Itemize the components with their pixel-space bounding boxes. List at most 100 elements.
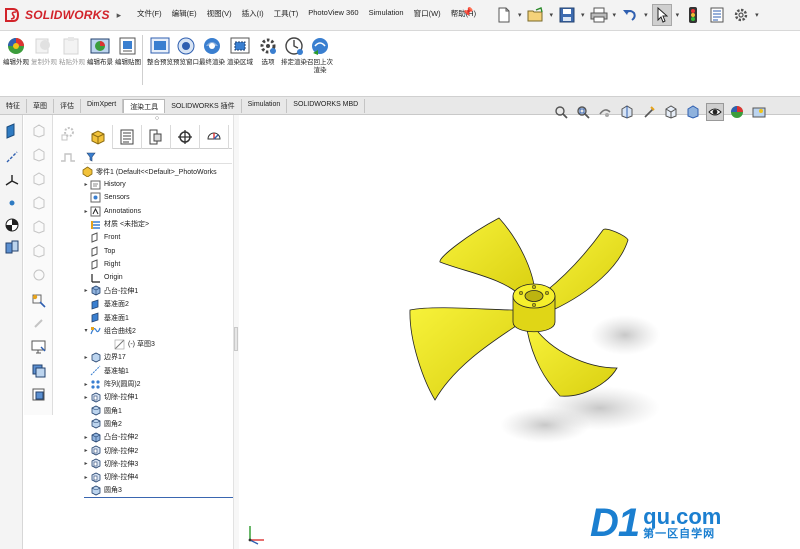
- select-button[interactable]: [651, 4, 672, 26]
- chevron-right-icon[interactable]: ▸: [82, 208, 90, 215]
- tree-item[interactable]: ▸ 切除-拉伸1: [82, 391, 138, 404]
- tree-item[interactable]: Top: [82, 245, 115, 258]
- splitter-handle[interactable]: [234, 327, 238, 351]
- tab-7[interactable]: SOLIDWORKS MBD: [287, 99, 366, 113]
- menu-item[interactable]: 编辑(E): [167, 6, 202, 20]
- tree-item[interactable]: 基准面1: [82, 311, 129, 324]
- tree-item[interactable]: ▸ 边界17: [82, 351, 126, 364]
- previous-view-button[interactable]: [596, 103, 614, 121]
- hide-show-items-button[interactable]: [706, 103, 724, 121]
- tree-item[interactable]: ▾ 组合曲线2: [82, 324, 136, 337]
- copy-appearance-button[interactable]: 复制外观: [30, 35, 58, 67]
- undo-button[interactable]: [620, 4, 640, 26]
- ghost-tool-1[interactable]: [29, 121, 48, 140]
- edit-scene-button[interactable]: 编辑布景: [86, 35, 114, 67]
- plane-tool-button[interactable]: [2, 121, 21, 140]
- tree-item[interactable]: 基准轴1: [82, 364, 129, 377]
- tab-3[interactable]: DimXpert: [81, 99, 124, 113]
- point-tool-button[interactable]: [2, 193, 21, 212]
- tab-0[interactable]: 特征: [0, 99, 27, 113]
- tree-item[interactable]: 圆角3: [82, 484, 122, 497]
- chevron-right-icon[interactable]: ▸: [82, 434, 90, 441]
- tree-item[interactable]: 圆角2: [82, 417, 122, 430]
- ghost-tool-7[interactable]: [29, 265, 48, 284]
- tab-dimxpert-manager[interactable]: [171, 125, 200, 149]
- chevron-down-icon[interactable]: ▾: [518, 11, 522, 19]
- tab-1[interactable]: 草图: [27, 99, 54, 113]
- chevron-down-icon[interactable]: ▾: [82, 327, 90, 334]
- render-region-button[interactable]: 渲染区域: [226, 35, 254, 67]
- view-orientation-button[interactable]: [662, 103, 680, 121]
- chevron-down-icon[interactable]: ▾: [644, 11, 648, 19]
- tree-item[interactable]: Sensors: [82, 191, 130, 204]
- pin-icon[interactable]: 📌: [462, 7, 473, 18]
- ghost-tool-6[interactable]: [29, 241, 48, 260]
- tree-filter[interactable]: [84, 150, 232, 164]
- tree-item[interactable]: 圆角1: [82, 404, 122, 417]
- tree-item[interactable]: ▸ Annotations: [82, 205, 141, 218]
- tree-item[interactable]: 材质 <未指定>: [82, 218, 149, 231]
- options-button[interactable]: [731, 4, 751, 26]
- save-button[interactable]: [557, 4, 577, 26]
- apply-scene-button[interactable]: [750, 103, 768, 121]
- chevron-right-icon[interactable]: ▸: [82, 447, 90, 454]
- ghost-tool-9[interactable]: [58, 123, 77, 142]
- menu-item[interactable]: 插入(I): [237, 6, 269, 20]
- new-document-button[interactable]: [494, 4, 514, 26]
- section-view-button[interactable]: [618, 103, 636, 121]
- rollback-bar[interactable]: [84, 497, 234, 498]
- menu-item[interactable]: PhotoView 360: [303, 6, 363, 20]
- chevron-right-icon[interactable]: ▸: [82, 287, 90, 294]
- menu-item[interactable]: 文件(F): [132, 6, 167, 20]
- tree-item[interactable]: 基准面2: [82, 298, 129, 311]
- ghost-tool-10[interactable]: [58, 147, 77, 166]
- recall-last-render-button[interactable]: 召回上次渲染: [306, 35, 334, 75]
- zoom-to-fit-button[interactable]: [552, 103, 570, 121]
- ghost-tool-3[interactable]: [29, 169, 48, 188]
- schedule-render-button[interactable]: 排定渲染: [280, 35, 308, 67]
- tree-item[interactable]: ▸ 切除-拉伸3: [82, 457, 138, 470]
- tab-5[interactable]: SOLIDWORKS 插件: [165, 99, 242, 113]
- tab-property-manager[interactable]: [113, 125, 142, 149]
- solidworks-logo[interactable]: SOLIDWORKS ▸: [4, 6, 121, 24]
- chevron-down-icon[interactable]: ▾: [613, 11, 617, 19]
- tab-6[interactable]: Simulation: [242, 99, 288, 113]
- chevron-right-icon[interactable]: ▸: [82, 394, 90, 401]
- tree-item[interactable]: (-) 草图3: [106, 338, 155, 351]
- tree-item[interactable]: ▸ 切除-拉伸2: [82, 444, 138, 457]
- file-properties-button[interactable]: [707, 4, 727, 26]
- sketch-tool-button[interactable]: [29, 291, 48, 310]
- menu-item[interactable]: 视图(V): [202, 6, 237, 20]
- chevron-right-icon[interactable]: ▸: [82, 381, 90, 388]
- menu-item[interactable]: 窗口(W): [409, 6, 446, 20]
- edit-appearance-button[interactable]: [728, 103, 746, 121]
- tree-item[interactable]: ▸ 阵列(圆周)2: [82, 378, 141, 391]
- ghost-tool-8[interactable]: [29, 313, 48, 332]
- tab-4[interactable]: 渲染工具: [123, 99, 166, 113]
- paste-view-button[interactable]: [29, 385, 48, 404]
- tree-item[interactable]: Right: [82, 258, 120, 271]
- tree-item[interactable]: ▸ 凸台-拉伸1: [82, 284, 138, 297]
- final-render-button[interactable]: 最终渲染: [198, 35, 226, 67]
- chevron-down-icon[interactable]: ▾: [755, 11, 759, 19]
- ghost-tool-5[interactable]: [29, 217, 48, 236]
- open-button[interactable]: [526, 4, 546, 26]
- menu-item[interactable]: 工具(T): [269, 6, 304, 20]
- tab-display-manager[interactable]: [200, 125, 229, 149]
- integrated-preview-button[interactable]: 整合预览: [146, 35, 174, 67]
- propeller-model[interactable]: [395, 200, 665, 450]
- rebuild-button[interactable]: [683, 4, 703, 26]
- chevron-right-icon[interactable]: ▸: [82, 474, 90, 481]
- tree-item[interactable]: ▸ History: [82, 178, 126, 191]
- render-options-button[interactable]: 选项: [254, 35, 282, 67]
- center-of-mass-button[interactable]: [2, 215, 21, 234]
- tree-root-part[interactable]: 零件1 (Default<<Default>_PhotoWorks: [82, 165, 217, 178]
- tree-item[interactable]: ▸ 切除-拉伸4: [82, 471, 138, 484]
- chevron-down-icon[interactable]: ▾: [581, 11, 585, 19]
- mate-reference-button[interactable]: [2, 237, 21, 256]
- edit-decal-button[interactable]: 编辑贴图: [114, 35, 142, 67]
- ghost-tool-4[interactable]: [29, 193, 48, 212]
- chevron-right-icon[interactable]: ▸: [82, 460, 90, 467]
- menu-item[interactable]: Simulation: [364, 6, 409, 20]
- tab-feature-manager[interactable]: [84, 125, 113, 149]
